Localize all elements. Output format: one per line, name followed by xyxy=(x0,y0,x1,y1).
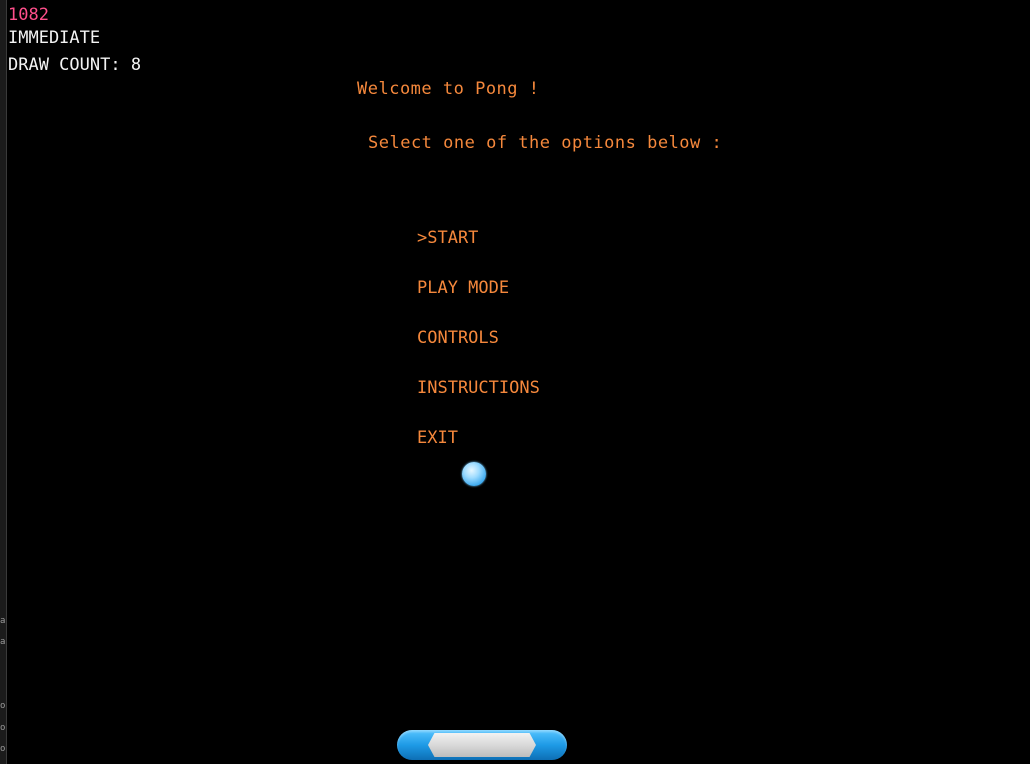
menu-item-controls[interactable]: CONTROLS xyxy=(417,328,499,348)
window-left-edge: a a o o o xyxy=(0,0,7,764)
edge-glyph: o xyxy=(0,702,6,711)
edge-glyph: a xyxy=(0,638,6,647)
menu-item-instructions[interactable]: INSTRUCTIONS xyxy=(417,378,540,398)
game-screen: a a o o o 1082 IMMEDIATE DRAW COUNT: 8 W… xyxy=(0,0,1030,764)
menu-item-play-mode[interactable]: PLAY MODE xyxy=(417,278,509,298)
edge-glyph: o xyxy=(0,745,6,754)
fps-counter: 1082 xyxy=(8,5,49,25)
select-prompt: Select one of the options below : xyxy=(368,133,723,153)
paddle-icon xyxy=(397,730,567,760)
ball-icon xyxy=(462,462,486,486)
draw-count-label: DRAW COUNT: 8 xyxy=(8,55,142,75)
edge-glyph: o xyxy=(0,724,6,733)
edge-glyph: a xyxy=(0,617,6,626)
paddle-core xyxy=(428,733,536,757)
menu-item-start[interactable]: >START xyxy=(417,228,478,248)
welcome-title: Welcome to Pong ! xyxy=(357,79,540,99)
render-mode-label: IMMEDIATE xyxy=(8,28,101,48)
menu-item-exit[interactable]: EXIT xyxy=(417,428,458,448)
